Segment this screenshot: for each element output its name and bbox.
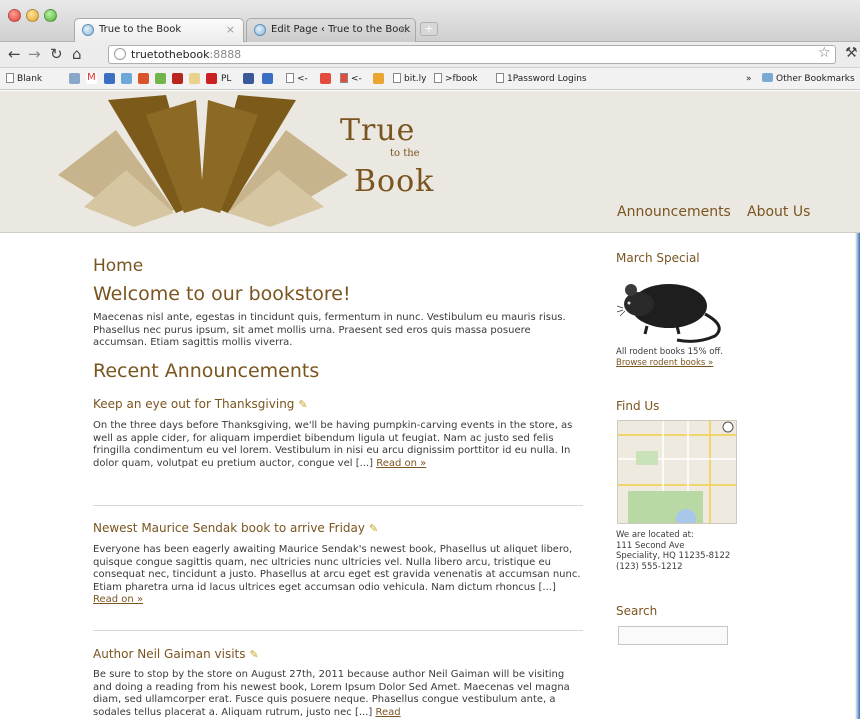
edit-pencil-icon[interactable]: ✎	[369, 522, 378, 535]
read-on-link[interactable]: Read	[376, 707, 401, 718]
read-on-link[interactable]: Read on »	[93, 594, 143, 605]
bookmark-pl[interactable]: PL	[221, 73, 231, 85]
read-on-link[interactable]: Read on »	[376, 458, 426, 469]
other-bookmarks-folder[interactable]: Other Bookmarks	[762, 73, 855, 85]
logo-word-book: Book	[354, 164, 435, 199]
nav-about-us[interactable]: About Us	[747, 204, 810, 220]
tab-label: True to the Book	[99, 24, 182, 35]
logo-word-true: True	[340, 113, 416, 148]
search-heading: Search	[616, 604, 658, 618]
edit-pencil-icon[interactable]: ✎	[249, 648, 258, 661]
post-divider	[93, 505, 583, 506]
facebook-icon[interactable]	[243, 73, 254, 84]
post-title-link[interactable]: Keep an eye out for Thanksgiving ✎	[93, 397, 308, 411]
wrench-icon[interactable]: ⚒	[845, 45, 858, 61]
browser-titlebar: True to the Book × Edit Page ‹ True to t…	[0, 0, 860, 42]
bookmark-blank[interactable]: Blank	[6, 73, 42, 85]
post-title-link[interactable]: Author Neil Gaiman visits ✎	[93, 647, 259, 661]
globe-icon	[114, 48, 126, 60]
logo-word-to-the: to the	[390, 148, 420, 159]
close-window-button[interactable]	[8, 9, 21, 22]
gmail-icon[interactable]: M	[86, 73, 97, 84]
google-calendar-icon[interactable]	[104, 73, 115, 84]
bookmark-fbook[interactable]: >fbook	[434, 73, 478, 85]
bookmark-1password[interactable]: 1Password Logins	[496, 73, 587, 85]
location-map[interactable]	[617, 420, 737, 524]
forward-arrow-icon[interactable]: →	[28, 45, 41, 63]
special-text: All rodent books 15% off.	[616, 347, 723, 357]
tab-close-icon[interactable]: ×	[226, 19, 235, 41]
post-excerpt: Be sure to stop by the store on August 2…	[93, 669, 570, 718]
welcome-heading: Welcome to our bookstore!	[93, 283, 351, 305]
bookmarks-bar: Blank M PL <- <- bit.ly >fbook 1Password…	[0, 68, 860, 90]
open-book-logo-icon[interactable]	[56, 95, 356, 230]
recent-announcements-heading: Recent Announcements	[93, 360, 320, 382]
calendar-icon[interactable]	[69, 73, 80, 84]
zoom-window-button[interactable]	[44, 9, 57, 22]
minimize-window-button[interactable]	[26, 9, 39, 22]
browser-tab-edit-page[interactable]: Edit Page ‹ True to the Book ×	[246, 18, 416, 42]
tab-close-icon[interactable]: ×	[398, 19, 407, 41]
browse-rodent-books-link[interactable]: Browse rodent books »	[616, 358, 746, 369]
nav-announcements[interactable]: Announcements	[617, 204, 731, 220]
page-title: Home	[93, 256, 144, 276]
bookmark-icon[interactable]	[138, 73, 149, 84]
url-port: :8888	[209, 48, 242, 61]
window-edge	[855, 233, 860, 719]
bookmark-icon[interactable]	[189, 73, 200, 84]
tab-label: Edit Page ‹ True to the Book	[271, 24, 411, 35]
bookmark-bitly[interactable]: bit.ly	[393, 73, 426, 85]
bookmarks-overflow-chevron[interactable]: »	[746, 73, 752, 85]
post-title-link[interactable]: Newest Maurice Sendak book to arrive Fri…	[93, 521, 378, 535]
new-tab-button[interactable]: +	[420, 22, 438, 36]
tab-favicon-icon	[82, 24, 94, 36]
tab-favicon-icon	[254, 24, 266, 36]
url-host: truetothebook	[131, 48, 210, 61]
docs-icon[interactable]	[121, 73, 132, 84]
welcome-text: Maecenas nisl ante, egestas in tincidunt…	[93, 312, 566, 348]
back-arrow-icon[interactable]: ←	[8, 45, 21, 63]
map-graphic	[618, 421, 736, 523]
bookmark-back-1[interactable]: <-	[286, 73, 308, 85]
browser-toolbar: ← → ↻ ⌂ truetothebook:8888	[0, 42, 860, 68]
post-excerpt: On the three days before Thanksgiving, w…	[93, 420, 573, 469]
address-bar[interactable]: truetothebook:8888	[108, 45, 836, 64]
reload-icon[interactable]: ↻	[50, 45, 63, 63]
checkbox-icon[interactable]	[155, 73, 166, 84]
home-icon[interactable]: ⌂	[72, 45, 82, 63]
address-block: We are located at: 111 Second Ave Specia…	[616, 530, 731, 572]
edit-pencil-icon[interactable]: ✎	[298, 398, 307, 411]
search-input[interactable]	[618, 626, 728, 645]
find-us-heading: Find Us	[616, 399, 660, 413]
rat-image	[617, 284, 721, 343]
bookmark-icon[interactable]	[373, 73, 384, 84]
hacker-icon[interactable]	[206, 73, 217, 84]
bookmark-back-2[interactable]: <-	[340, 73, 362, 85]
folder-icon	[762, 73, 773, 82]
bookmark-icon[interactable]	[172, 73, 183, 84]
march-special-heading: March Special	[616, 251, 700, 265]
post-divider	[93, 630, 583, 631]
delicious-icon[interactable]	[262, 73, 273, 84]
post-excerpt: Everyone has been eagerly awaiting Mauri…	[93, 544, 581, 605]
bookmark-star-icon[interactable]: ☆	[818, 45, 831, 61]
bookmark-icon[interactable]	[320, 73, 331, 84]
browser-tab-true-to-the-book[interactable]: True to the Book ×	[74, 18, 244, 42]
